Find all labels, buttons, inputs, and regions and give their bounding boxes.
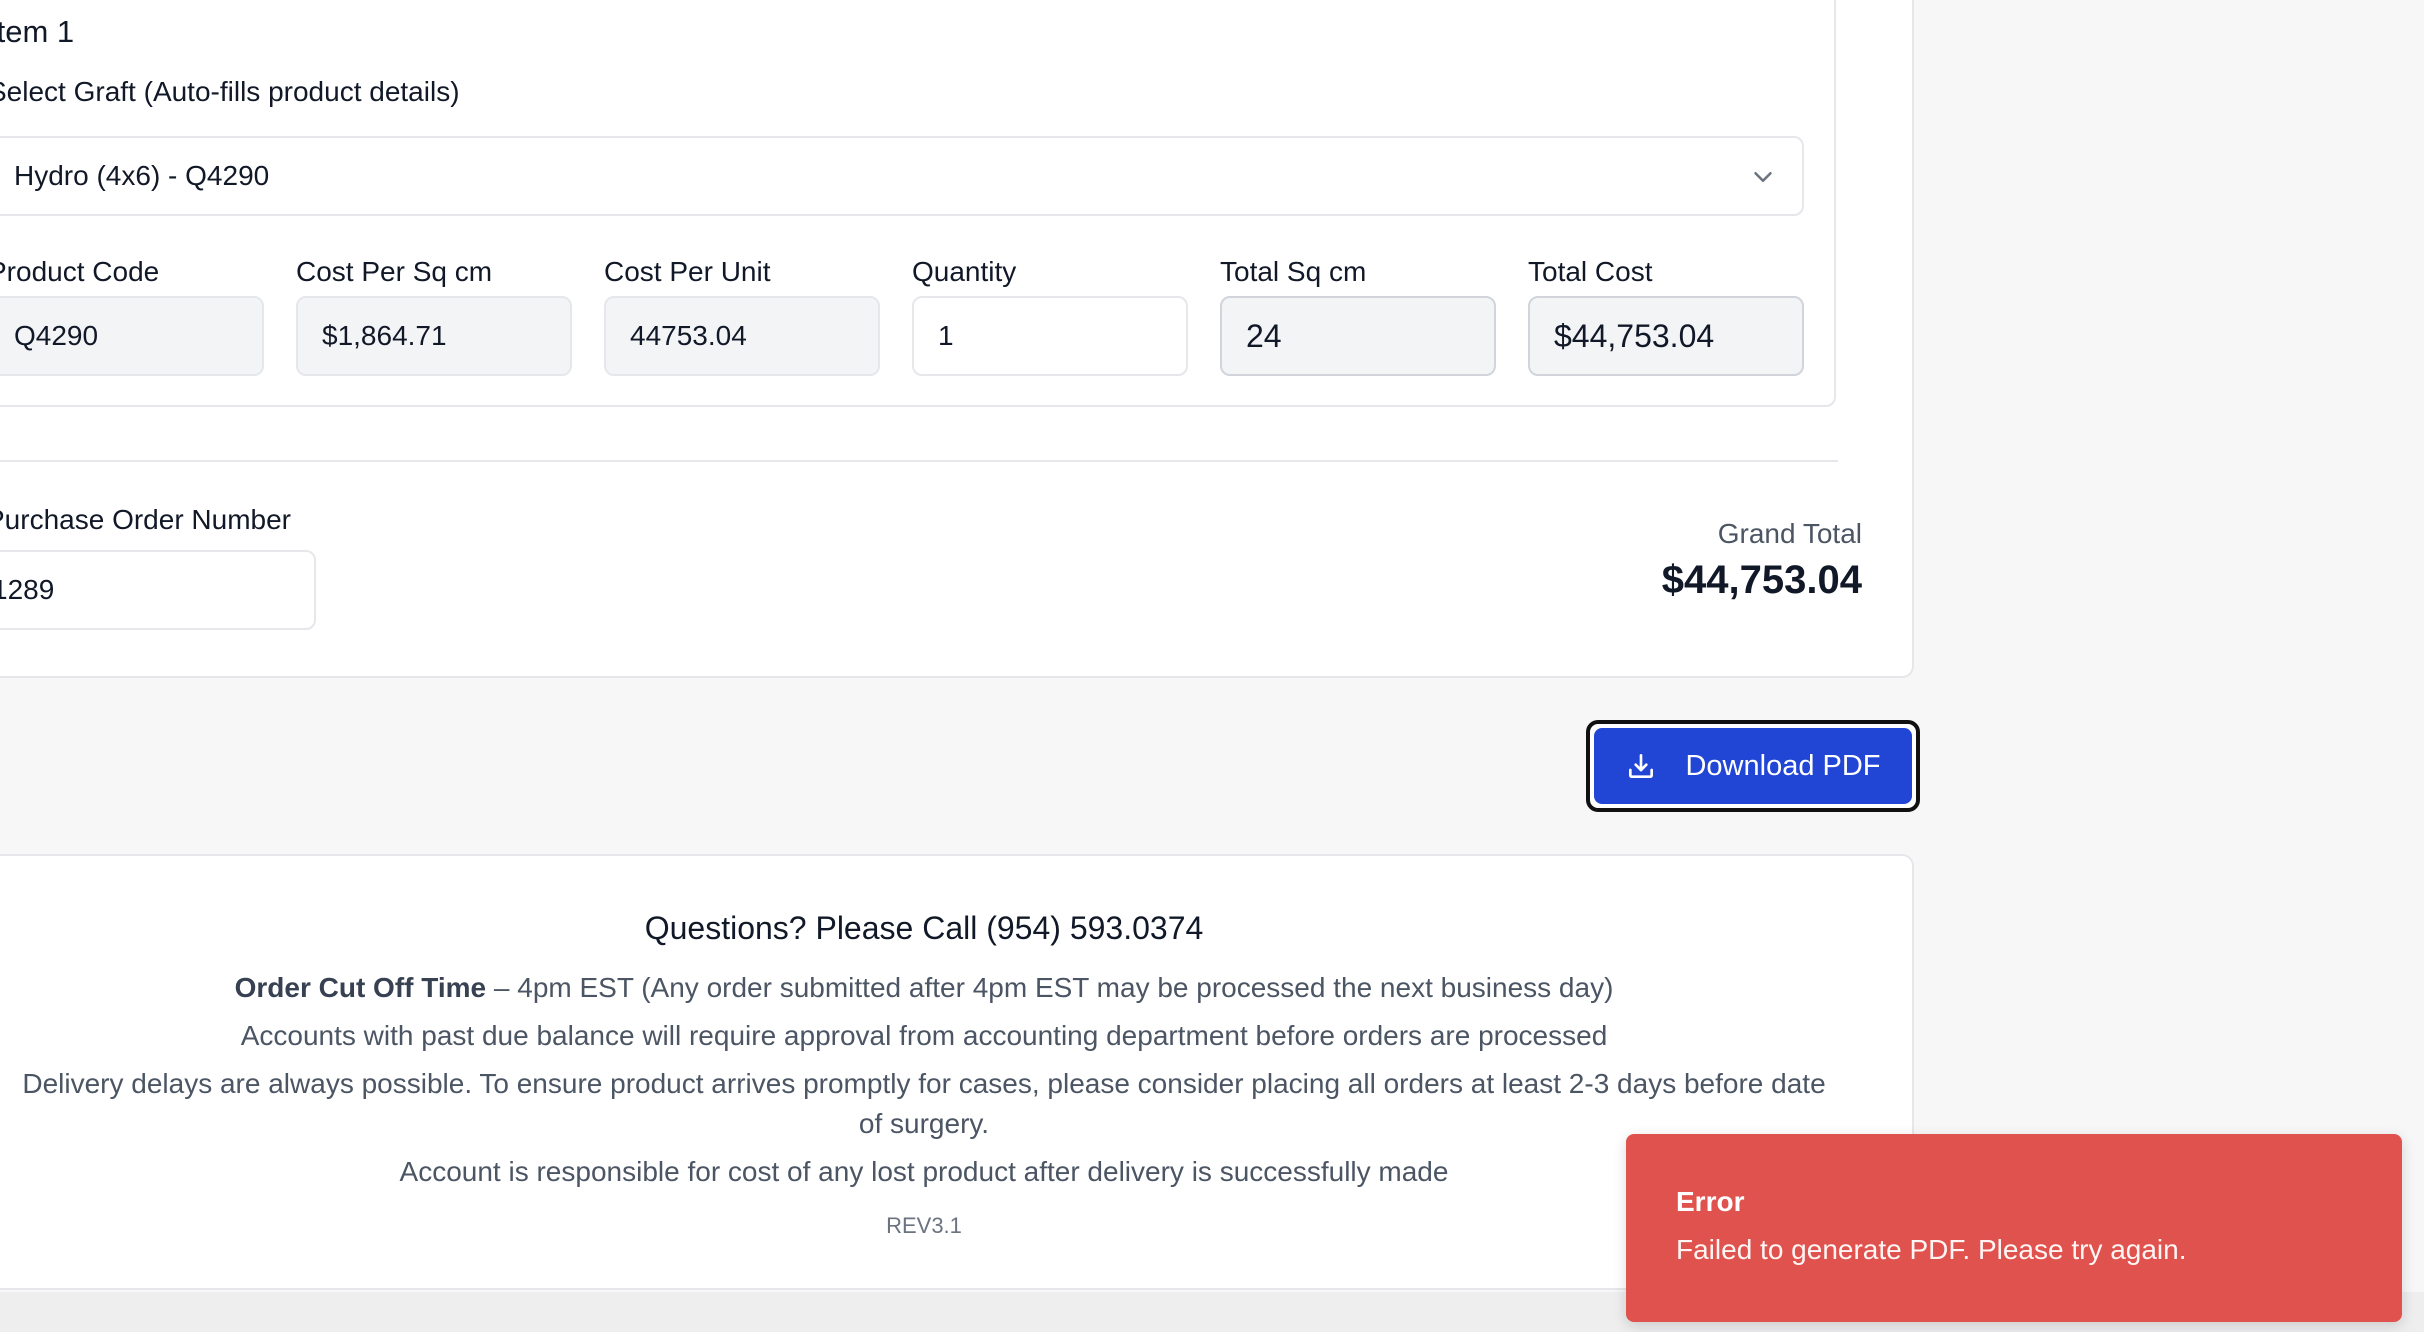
order-form-card: Item 1 Select Graft (Auto-fills product … — [0, 0, 1914, 678]
purchase-order-label: Purchase Order Number — [0, 504, 292, 535]
cutoff-time-text: – 4pm EST (Any order submitted after 4pm… — [486, 972, 1614, 1003]
cost-per-unit-label: Cost Per Unit — [604, 256, 771, 287]
graft-select[interactable]: Hydro (4x6) - Q4290 — [0, 136, 1804, 216]
chevron-down-icon — [1754, 172, 1772, 182]
questions-heading: Questions? Please Call (954) 593.0374 — [644, 910, 1204, 946]
cost-per-unit-field: 44753.04 — [604, 296, 880, 376]
cutoff-time-line: Order Cut Off Time – 4pm EST (Any order … — [0, 968, 1876, 1008]
cost-per-sq-cm-field: $1,864.71 — [296, 296, 572, 376]
item-card: Item 1 Select Graft (Auto-fills product … — [0, 0, 1836, 407]
lost-product-line: Account is responsible for cost of any l… — [399, 1156, 1449, 1187]
cutoff-time-bold: Order Cut Off Time — [234, 972, 487, 1003]
product-code-label: Product Code — [0, 256, 160, 287]
download-pdf-button[interactable]: Download PDF — [1586, 720, 1920, 812]
item-title: Item 1 — [0, 14, 75, 49]
download-pdf-label: Download PDF — [1685, 749, 1881, 782]
toast-title: Error — [1676, 1186, 1745, 1217]
purchase-order-input[interactable]: 1289 — [0, 550, 316, 630]
product-code-field: Q4290 — [0, 296, 264, 376]
total-sq-cm-field: 24 — [1220, 296, 1496, 376]
quantity-label: Quantity — [912, 256, 1017, 287]
total-cost-label: Total Cost — [1528, 256, 1653, 287]
order-form-page: Item 1 Select Graft (Auto-fills product … — [0, 0, 2424, 1332]
download-pdf-button-inner[interactable]: Download PDF — [1594, 728, 1912, 804]
toast-message: Failed to generate PDF. Please try again… — [1676, 1234, 2187, 1265]
graft-select-value: Hydro (4x6) - Q4290 — [14, 160, 270, 191]
delivery-line-1: Delivery delays are always possible. To … — [22, 1068, 1826, 1099]
delivery-line-2: of surgery. — [858, 1108, 990, 1139]
grand-total-label: Grand Total — [1717, 518, 1862, 549]
total-sq-cm-label: Total Sq cm — [1220, 256, 1367, 287]
total-cost-field: $44,753.04 — [1528, 296, 1804, 376]
revision-label: REV3.1 — [886, 1213, 962, 1238]
past-due-line: Accounts with past due balance will requ… — [240, 1020, 1608, 1051]
cost-per-sq-cm-label: Cost Per Sq cm — [296, 256, 493, 287]
section-divider — [0, 460, 1838, 462]
quantity-input[interactable]: 1 — [912, 296, 1188, 376]
error-toast[interactable]: Error Failed to generate PDF. Please try… — [1626, 1134, 2402, 1322]
graft-select-label: Select Graft (Auto-fills product details… — [0, 76, 460, 107]
grand-total-value: $44,753.04 — [1661, 558, 1862, 602]
download-icon — [1629, 754, 1654, 778]
